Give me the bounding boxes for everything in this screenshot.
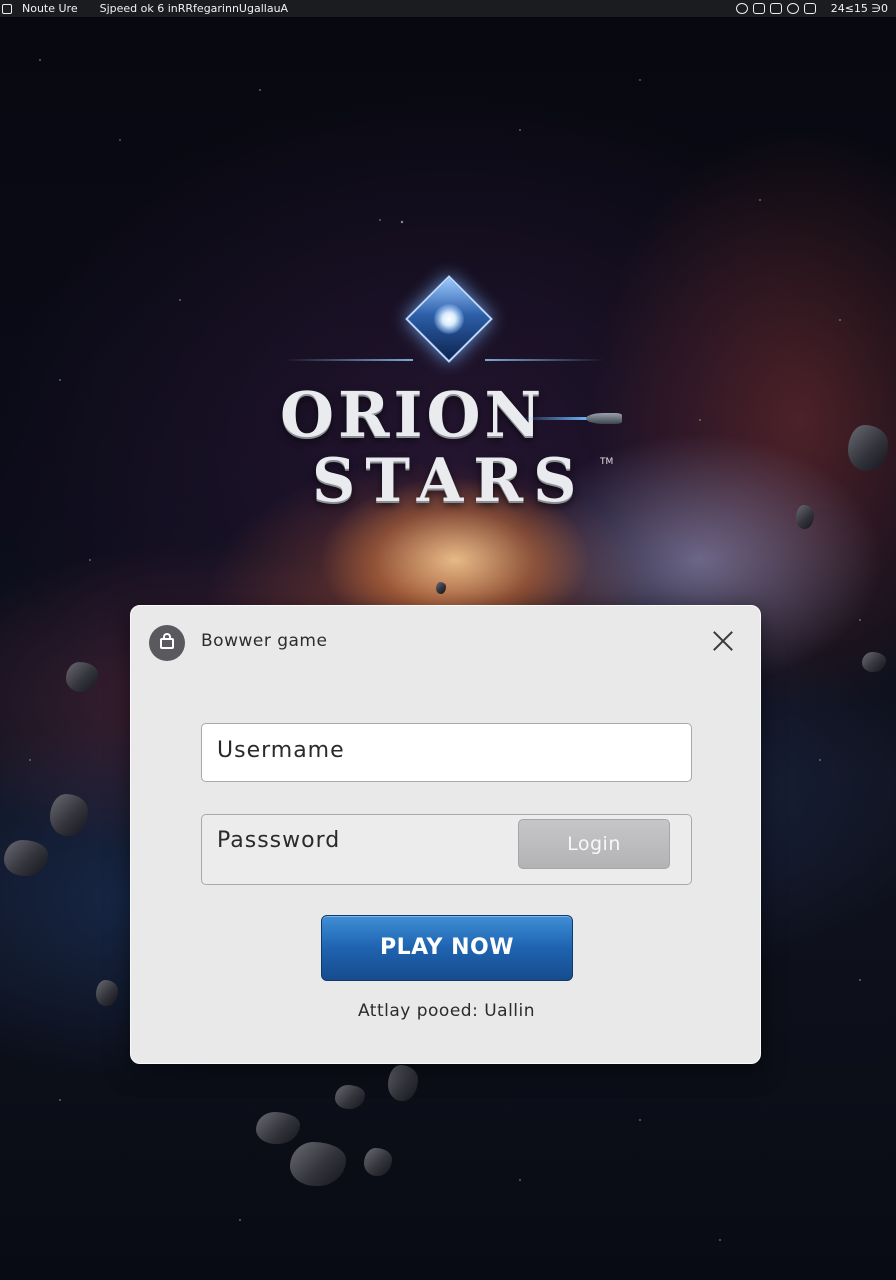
password-input[interactable]: Passsword Login (201, 814, 692, 885)
status-left-text: Noute Ure (22, 2, 78, 15)
status-icons: 24≤15 ∋0 (735, 2, 896, 15)
trademark-mark: TM (600, 457, 614, 467)
username-value: Usermame (217, 738, 345, 763)
bird-icon (752, 3, 765, 14)
ship-body (586, 413, 622, 424)
close-icon[interactable] (709, 627, 737, 655)
lock-icon (769, 3, 782, 14)
login-dialog: Bowwer game Usermame Passsword Login PLA… (130, 605, 761, 1064)
play-now-button[interactable]: PLAY NOW (321, 915, 573, 981)
username-input[interactable]: Usermame (201, 723, 692, 782)
status-bar: Noute Ure Sjpeed ok 6 inRRfegarinnUgalla… (0, 0, 896, 17)
logo-title-stars: STARS (312, 446, 587, 516)
bag-body (160, 638, 174, 649)
dialog-footer-text: Attlay pooed: Uallin (357, 1001, 536, 1021)
password-value: Passsword (217, 828, 341, 853)
app-icon (2, 3, 12, 14)
camera-icon (735, 3, 748, 14)
ship-trail (520, 417, 590, 420)
status-time: 24≤15 ∋0 (830, 2, 888, 15)
alarm-icon (786, 3, 799, 14)
logo-line-left (283, 359, 413, 361)
status-middle-text: Sjpeed ok 6 inRRfegarinnUgallauA (99, 2, 289, 15)
phone-icon (803, 3, 816, 14)
star-glow (434, 304, 464, 334)
spaceship-icon (520, 413, 622, 425)
shopping-bag-icon (149, 625, 185, 661)
logo-title-orion: ORION (280, 378, 546, 451)
logo-line-right (485, 359, 605, 361)
login-button[interactable]: Login (518, 819, 670, 869)
dialog-title: Bowwer game (201, 631, 328, 651)
